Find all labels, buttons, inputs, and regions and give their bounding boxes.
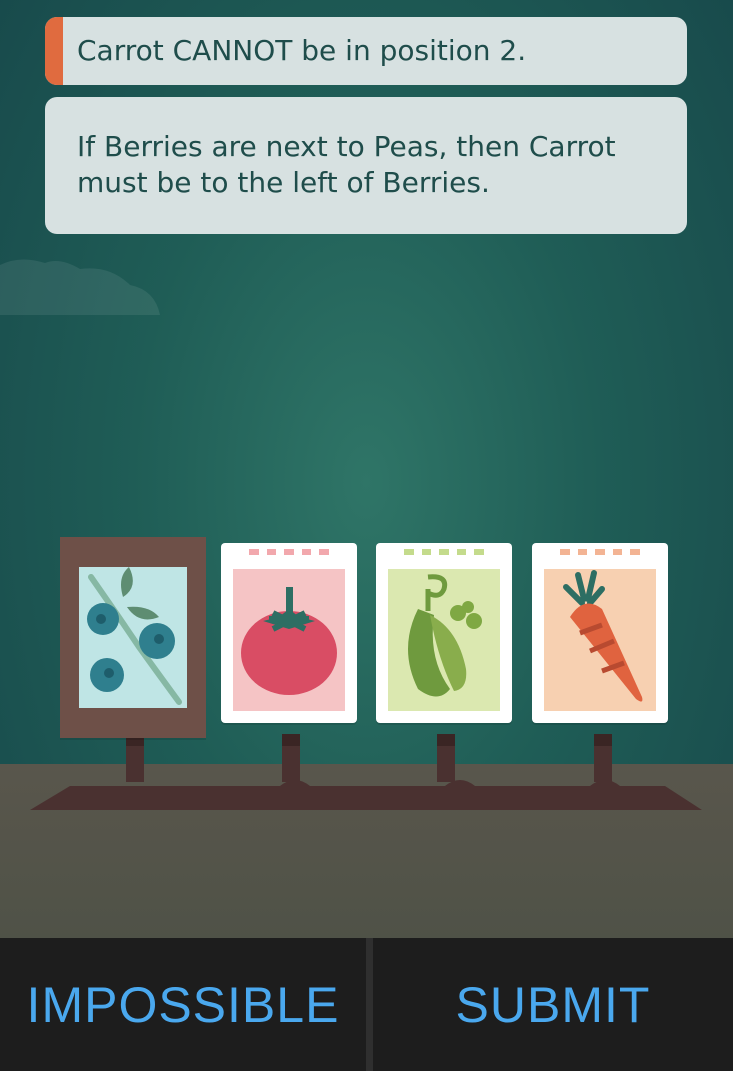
card-carrot[interactable] xyxy=(532,543,668,723)
garden-bed xyxy=(30,780,702,810)
card-dashes xyxy=(560,549,640,555)
sign-post xyxy=(126,734,144,782)
submit-button[interactable]: SUBMIT xyxy=(373,938,733,1071)
impossible-button[interactable]: IMPOSSIBLE xyxy=(0,938,366,1071)
clue-highlight-bar xyxy=(45,17,63,85)
button-divider xyxy=(366,938,373,1071)
card-panel xyxy=(233,569,345,711)
card-dashes xyxy=(404,549,484,555)
clue-card-1: Carrot CANNOT be in position 2. xyxy=(45,17,687,85)
card-berries[interactable] xyxy=(60,537,206,738)
card-peas[interactable] xyxy=(376,543,512,723)
sign-post xyxy=(437,734,455,782)
card-panel xyxy=(79,567,187,708)
card-tomato[interactable] xyxy=(221,543,357,723)
clue-text: If Berries are next to Peas, then Carrot… xyxy=(77,130,616,199)
berries-icon xyxy=(87,567,182,705)
sign-post xyxy=(594,734,612,782)
cloud-decoration xyxy=(0,259,160,315)
card-panel xyxy=(388,569,500,711)
card-dashes xyxy=(249,549,329,555)
clue-card-2: If Berries are next to Peas, then Carrot… xyxy=(45,97,687,234)
clue-text: Carrot CANNOT be in position 2. xyxy=(77,34,527,67)
sign-post xyxy=(282,734,300,782)
card-panel xyxy=(544,569,656,711)
bottom-bar: IMPOSSIBLE SUBMIT xyxy=(0,938,733,1071)
tomato-icon xyxy=(241,587,337,695)
peas-icon xyxy=(408,574,482,697)
carrot-icon xyxy=(563,570,643,702)
